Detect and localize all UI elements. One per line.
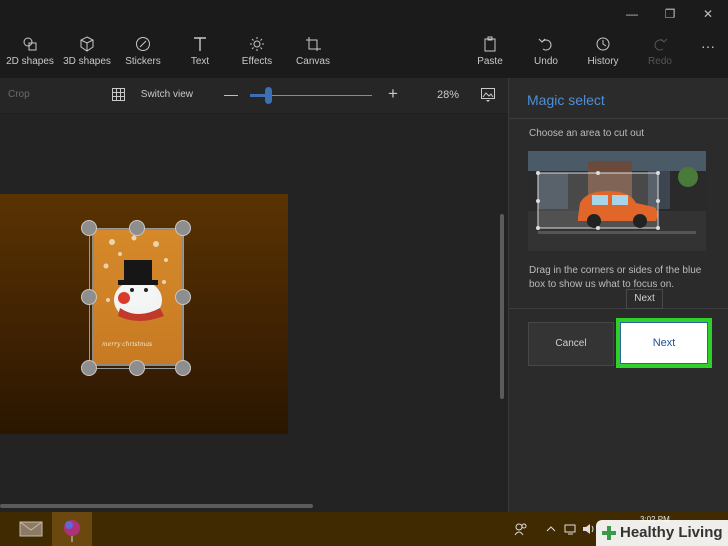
- grid-icon: [112, 88, 125, 101]
- resize-handle-n[interactable]: [129, 220, 145, 236]
- car-preview-illustration: [528, 151, 706, 251]
- zoom-slider-thumb[interactable]: [265, 87, 272, 104]
- tool-label: Stickers: [125, 56, 161, 67]
- paste-icon: [484, 36, 496, 52]
- tool-3d-shapes[interactable]: 3D shapes: [62, 36, 112, 67]
- volume-icon[interactable]: [582, 522, 596, 536]
- panel-help-text: Drag in the corners or sides of the blue…: [529, 265, 702, 290]
- zoom-in-button[interactable]: +: [388, 84, 398, 104]
- resize-handle-ne[interactable]: [175, 220, 191, 236]
- chevron-up-icon[interactable]: [544, 522, 558, 536]
- zoom-out-button[interactable]: —: [224, 86, 238, 102]
- resize-handle-sw[interactable]: [81, 360, 97, 376]
- resize-handle-s[interactable]: [129, 360, 145, 376]
- tool-text[interactable]: Text: [186, 36, 214, 67]
- plus-icon: [602, 526, 616, 540]
- divider: [509, 118, 728, 119]
- selection-box[interactable]: [89, 228, 184, 369]
- resize-handle-e[interactable]: [175, 289, 191, 305]
- tool-label: Text: [190, 56, 210, 67]
- tool-effects[interactable]: Effects: [240, 36, 274, 67]
- switch-view-button[interactable]: Switch view: [112, 88, 193, 101]
- tool-2d-shapes[interactable]: 2D shapes: [6, 36, 54, 67]
- tool-paste[interactable]: Paste: [476, 36, 504, 67]
- paint-3d-window: — ❐ ✕ 2D shapes 3D shapes Stickers Text …: [0, 0, 728, 546]
- maximize-button[interactable]: ❐: [658, 4, 682, 24]
- image-view-icon[interactable]: [481, 88, 495, 102]
- canvas-area[interactable]: merry christmas: [0, 114, 508, 512]
- panel-subtitle: Choose an area to cut out: [529, 128, 645, 139]
- history-icon: [596, 37, 610, 51]
- mail-icon[interactable]: [16, 520, 46, 538]
- zoom-value: 28%: [437, 89, 460, 101]
- title-bar: — ❐ ✕: [0, 0, 728, 30]
- resize-handle-se[interactable]: [175, 360, 191, 376]
- tool-label: Undo: [534, 56, 558, 67]
- minimize-button[interactable]: —: [620, 4, 644, 24]
- stickers-icon: [136, 37, 150, 51]
- resize-handle-w[interactable]: [81, 289, 97, 305]
- healthy-living-watermark: Healthy Living: [596, 520, 728, 546]
- view-bar: Crop Switch view — + 28%: [0, 78, 508, 114]
- effects-icon: [250, 37, 264, 51]
- paint-3d-taskbar-item[interactable]: [52, 512, 92, 546]
- vertical-scrollbar[interactable]: [500, 214, 504, 399]
- tool-undo[interactable]: Undo: [532, 36, 560, 67]
- horizontal-scrollbar[interactable]: [0, 504, 313, 508]
- 3d-shapes-icon: [80, 36, 94, 52]
- magic-select-panel: Magic select Choose an area to cut out D…: [508, 78, 728, 512]
- tool-redo[interactable]: Redo: [646, 36, 674, 67]
- network-icon[interactable]: [564, 522, 578, 536]
- tool-label: Redo: [648, 56, 672, 67]
- text-icon: [194, 37, 206, 51]
- tool-label: 3D shapes: [63, 56, 111, 67]
- undo-icon: [538, 38, 552, 51]
- magic-select-preview: [528, 151, 706, 251]
- tool-stickers[interactable]: Stickers: [124, 36, 162, 67]
- divider: [509, 308, 728, 309]
- people-icon[interactable]: [514, 522, 528, 536]
- canvas-icon: [306, 37, 321, 51]
- tool-canvas[interactable]: Canvas: [296, 36, 330, 67]
- tool-label: Paste: [477, 56, 503, 67]
- more-options-button[interactable]: ···: [698, 38, 718, 54]
- next-button-highlight: Next: [616, 318, 712, 368]
- tool-history[interactable]: History: [586, 36, 620, 67]
- paint-3d-icon: [64, 520, 80, 542]
- switch-view-label: Switch view: [140, 89, 194, 101]
- redo-icon: [654, 38, 668, 51]
- 2d-shapes-icon: [23, 37, 37, 51]
- tool-label: History: [587, 56, 619, 67]
- tool-label: Canvas: [296, 56, 330, 67]
- close-button[interactable]: ✕: [696, 4, 720, 24]
- main-toolbar: 2D shapes 3D shapes Stickers Text Effect…: [0, 30, 728, 78]
- tool-label: 2D shapes: [6, 56, 54, 67]
- cancel-button[interactable]: Cancel: [528, 322, 614, 366]
- resize-handle-nw[interactable]: [81, 220, 97, 236]
- next-tooltip: Next: [626, 289, 663, 309]
- next-button[interactable]: Next: [620, 322, 708, 364]
- watermark-text: Healthy Living: [620, 524, 723, 541]
- tool-label: Effects: [241, 56, 273, 67]
- panel-title: Magic select: [527, 92, 605, 108]
- crop-button[interactable]: Crop: [8, 89, 30, 100]
